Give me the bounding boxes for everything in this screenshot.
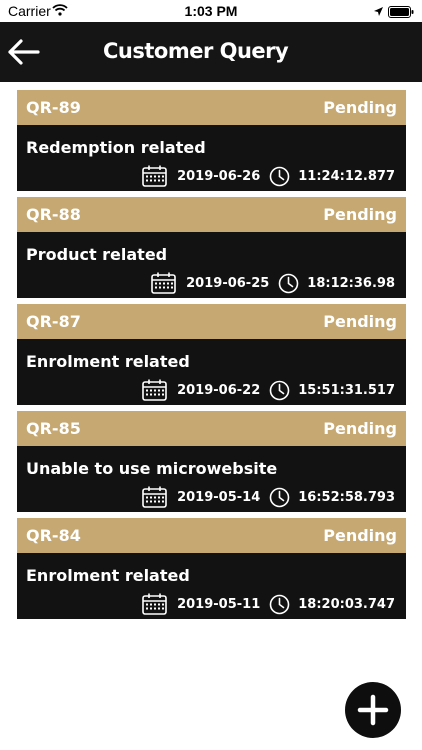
page-title: Customer Query: [103, 39, 289, 63]
query-date: 2019-06-22: [177, 382, 261, 398]
query-card-header: QR-88 Pending: [17, 197, 406, 232]
add-query-button[interactable]: [345, 682, 401, 738]
status-badge: Pending: [323, 98, 397, 117]
query-subject: Product related: [26, 245, 168, 264]
calendar-icon: [151, 272, 176, 294]
query-meta: 2019-05-11 18:20:03.747: [142, 593, 395, 615]
clock-icon: [269, 594, 290, 614]
battery-icon: [388, 5, 414, 21]
query-id: QR-84: [26, 526, 81, 545]
query-card[interactable]: QR-84 Pending Enrolment related 2019-05-…: [17, 518, 406, 619]
query-meta: 2019-06-22 15:51:31.517: [142, 379, 395, 401]
status-badge: Pending: [323, 312, 397, 331]
calendar-icon: [142, 593, 167, 615]
query-id: QR-87: [26, 312, 81, 331]
arrow-left-icon: [8, 39, 40, 65]
query-card-body: Redemption related 2019-06-26 11:24:12.8…: [17, 125, 406, 191]
query-subject: Unable to use microwebsite: [26, 459, 278, 478]
query-subject: Enrolment related: [26, 352, 190, 371]
clock-icon: [269, 166, 290, 186]
query-card-body: Enrolment related 2019-06-22 15:51:31.51…: [17, 339, 406, 405]
query-date: 2019-05-14: [177, 489, 261, 505]
query-card-header: QR-87 Pending: [17, 304, 406, 339]
query-card-body: Enrolment related 2019-05-11 18:20:03.74…: [17, 553, 406, 619]
header-bar: Customer Query: [0, 22, 422, 82]
query-card-header: QR-89 Pending: [17, 90, 406, 125]
query-card[interactable]: QR-87 Pending Enrolment related 2019-06-…: [17, 304, 406, 405]
query-card-header: QR-85 Pending: [17, 411, 406, 446]
status-badge: Pending: [323, 419, 397, 438]
query-id: QR-85: [26, 419, 81, 438]
query-date: 2019-06-25: [186, 275, 270, 291]
calendar-icon: [142, 486, 167, 508]
query-date: 2019-06-26: [177, 168, 261, 184]
query-time: 11:24:12.877: [298, 168, 395, 184]
back-button[interactable]: [6, 36, 40, 68]
status-badge: Pending: [323, 526, 397, 545]
location-icon: [373, 4, 384, 20]
calendar-icon: [142, 379, 167, 401]
status-bar: Carrier 1:03 PM: [0, 0, 422, 22]
query-card[interactable]: QR-89 Pending Redemption related 2019-06…: [17, 90, 406, 191]
query-list: QR-89 Pending Redemption related 2019-06…: [17, 90, 406, 625]
query-time: 18:20:03.747: [298, 596, 395, 612]
plus-icon: [357, 694, 389, 726]
query-subject: Enrolment related: [26, 566, 190, 585]
query-subject: Redemption related: [26, 138, 206, 157]
clock-icon: [269, 380, 290, 400]
query-card-header: QR-84 Pending: [17, 518, 406, 553]
query-time: 15:51:31.517: [298, 382, 395, 398]
calendar-icon: [142, 165, 167, 187]
query-meta: 2019-05-14 16:52:58.793: [142, 486, 395, 508]
query-meta: 2019-06-25 18:12:36.98: [151, 272, 395, 294]
query-card-body: Product related 2019-06-25 18:12:36.98: [17, 232, 406, 298]
clock-icon: [278, 273, 299, 293]
query-card[interactable]: QR-88 Pending Product related 2019-06-25: [17, 197, 406, 298]
query-time: 18:12:36.98: [307, 275, 395, 291]
query-date: 2019-05-11: [177, 596, 261, 612]
query-time: 16:52:58.793: [298, 489, 395, 505]
query-card-body: Unable to use microwebsite 2019-05-14 16…: [17, 446, 406, 512]
clock-time: 1:03 PM: [184, 3, 238, 19]
status-badge: Pending: [323, 205, 397, 224]
query-id: QR-88: [26, 205, 81, 224]
query-meta: 2019-06-26 11:24:12.877: [142, 165, 395, 187]
query-card[interactable]: QR-85 Pending Unable to use microwebsite…: [17, 411, 406, 512]
query-id: QR-89: [26, 98, 81, 117]
clock-icon: [269, 487, 290, 507]
